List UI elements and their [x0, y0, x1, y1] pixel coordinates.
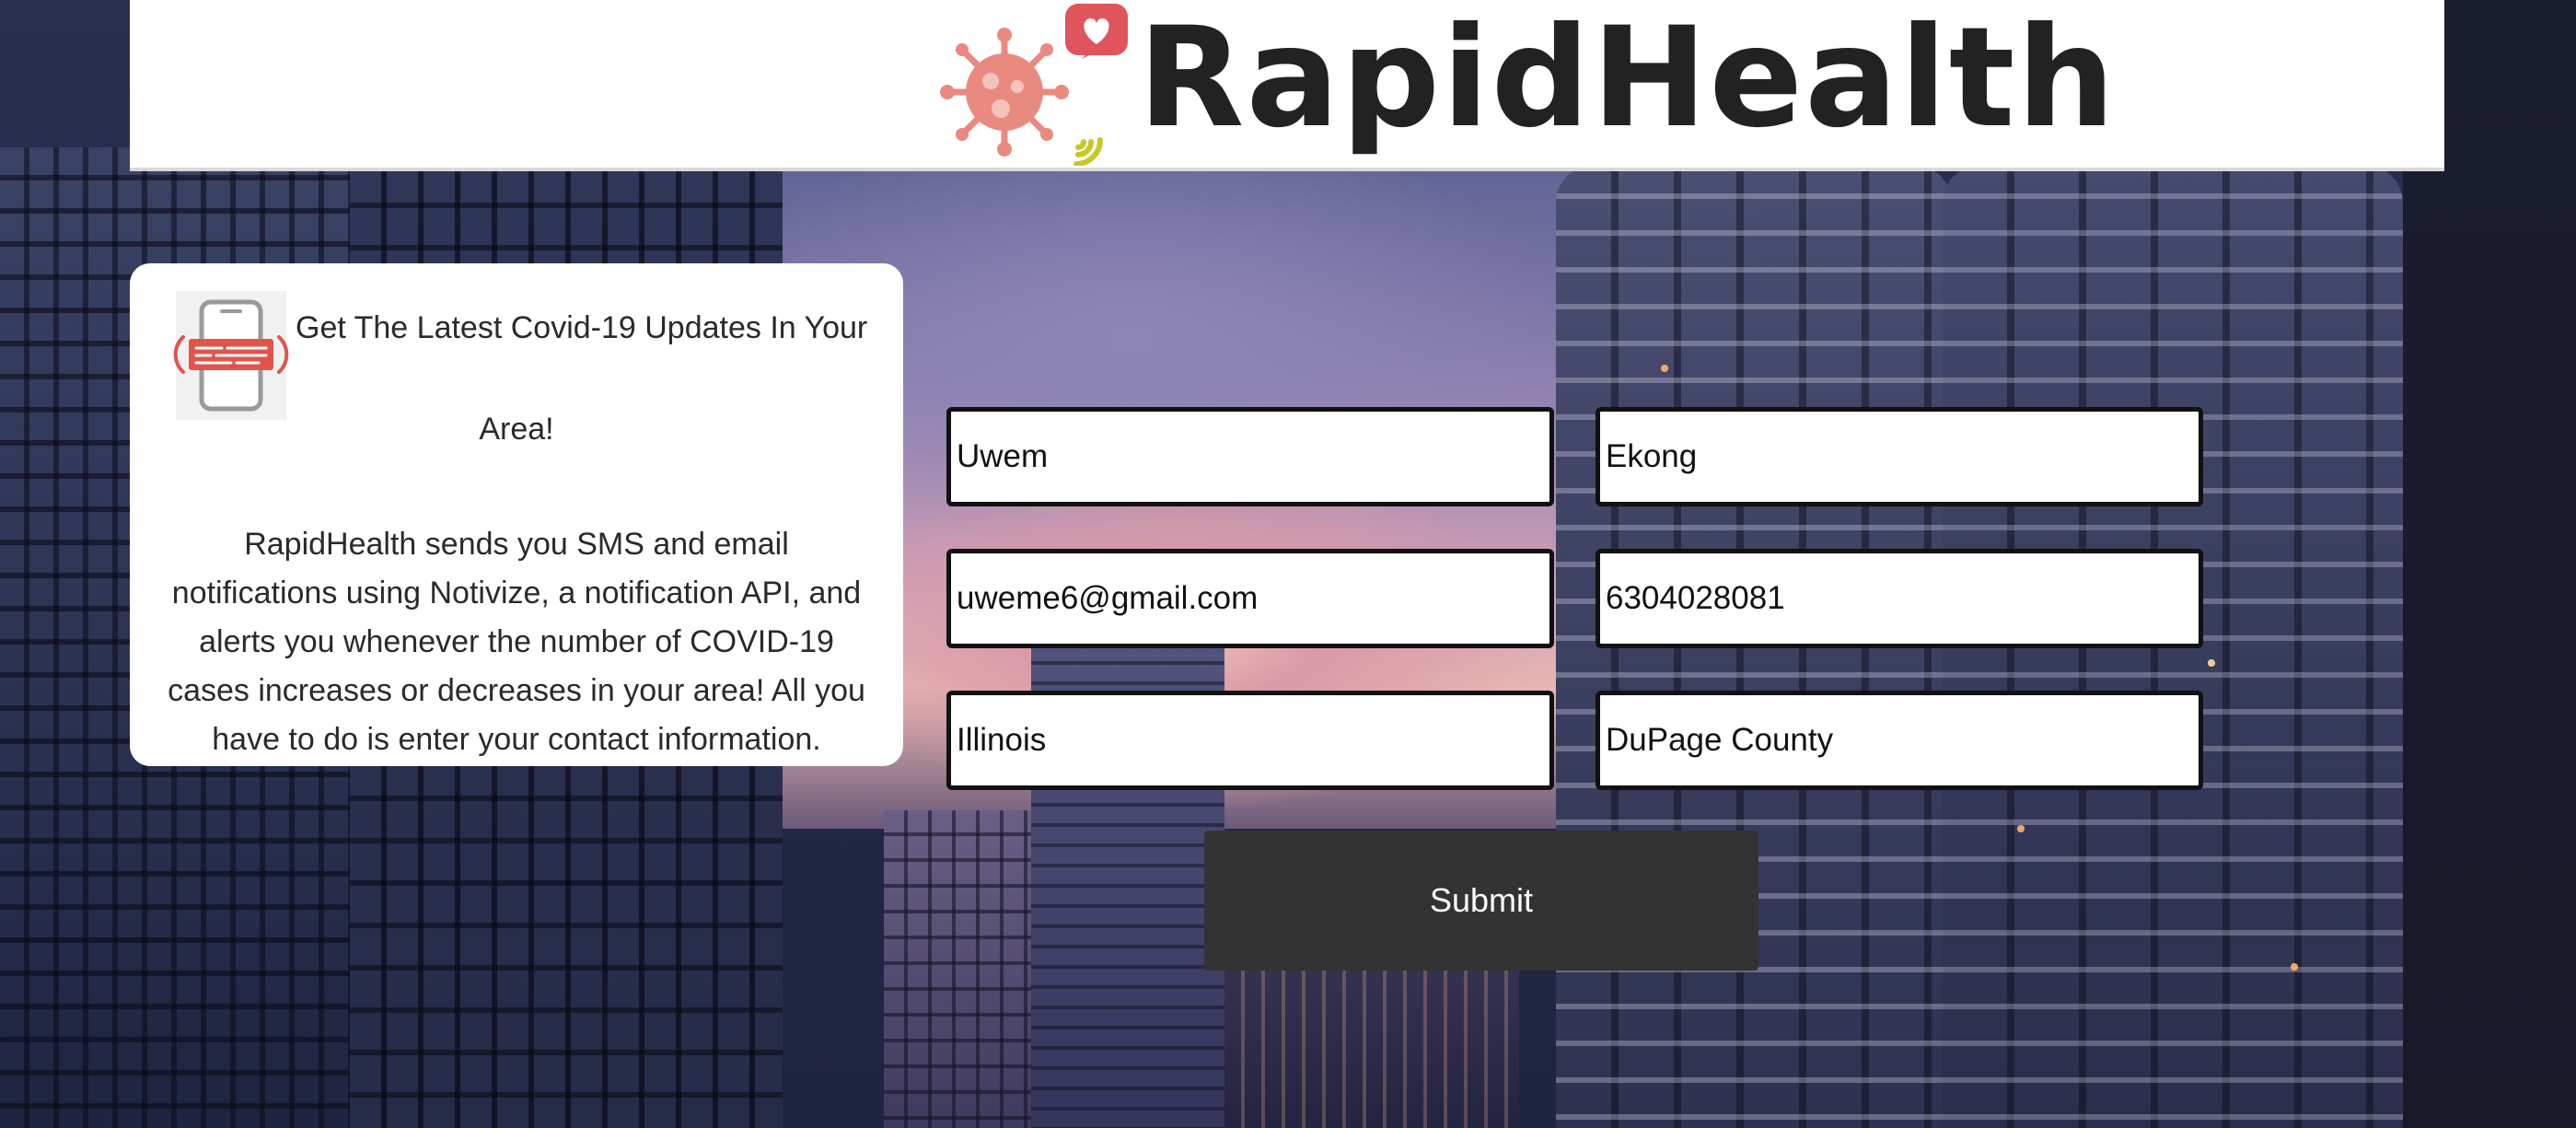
phone-input[interactable] [1595, 549, 2203, 648]
signal-waves-icon [1073, 137, 1103, 166]
county-input[interactable] [1595, 691, 2203, 790]
info-card: Get The Latest Covid-19 Updates In Your … [130, 263, 903, 766]
heart-badge-icon [1065, 4, 1128, 59]
card-heading-line1: Get The Latest Covid-19 Updates In Your [296, 310, 868, 345]
brand-logo[interactable]: RapidHealth [940, 0, 2115, 168]
email-input[interactable] [946, 549, 1554, 648]
state-input[interactable] [946, 691, 1554, 790]
card-heading-line2: Area! [479, 412, 554, 447]
submit-button[interactable]: Submit [1204, 831, 1758, 971]
brand-name: RapidHealth [1138, 0, 2118, 158]
first-name-input[interactable] [946, 407, 1554, 506]
card-heading: Get The Latest Covid-19 Updates In Your … [296, 302, 885, 447]
virus-icon [940, 28, 1069, 157]
last-name-input[interactable] [1595, 407, 2203, 506]
card-description: RapidHealth sends you SMS and email noti… [168, 527, 865, 757]
site-header: RapidHealth [130, 0, 2444, 171]
